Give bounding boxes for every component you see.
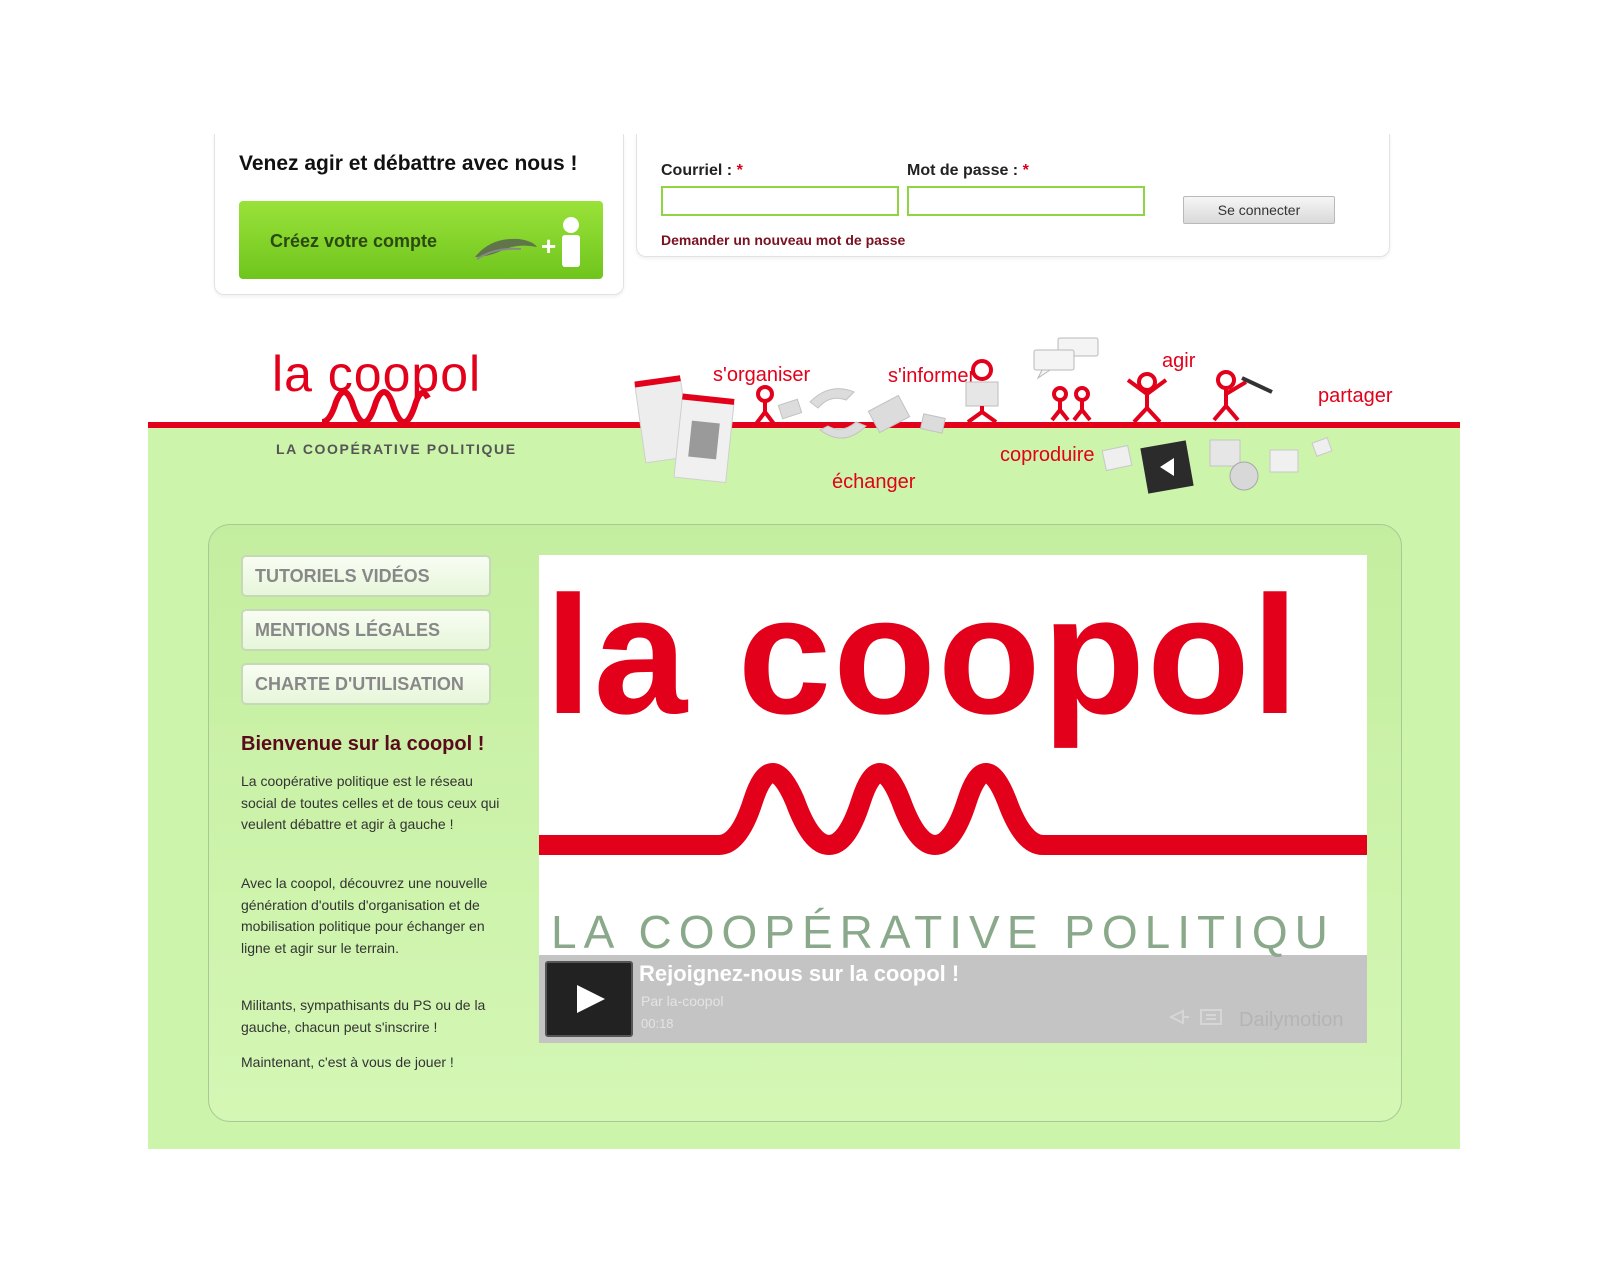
organiser-figure-icon <box>754 385 776 426</box>
signup-title: Venez agir et débattre avec nous ! <box>239 152 578 175</box>
speech-bubbles-icon <box>1033 337 1099 380</box>
group-figures-icon <box>1050 386 1092 422</box>
video-subtitle: LA COOPÉRATIVE POLITIQU <box>551 906 1335 958</box>
login-button[interactable]: Se connecter <box>1183 196 1335 224</box>
video-duration: 00:18 <box>641 1016 674 1031</box>
video-player[interactable]: la coopol LA COOPÉRATIVE POLITIQU Rejoig… <box>539 555 1367 1043</box>
header-illustration <box>634 337 1333 494</box>
hammer-icon <box>1241 376 1273 394</box>
menu-tutoriels-videos[interactable]: TUTORIELS VIDÉOS <box>241 555 491 597</box>
welcome-title: Bienvenue sur la coopol ! <box>241 733 485 755</box>
logo-subtitle: LA COOPÉRATIVE POLITIQUE <box>276 441 517 457</box>
organiser-cards-icon <box>634 375 735 484</box>
welcome-paragraph-1: La coopérative politique est le réseau s… <box>241 773 500 832</box>
required-mark: * <box>1022 162 1029 179</box>
video-logo-text: la coopol <box>545 561 1301 749</box>
video-provider-logo[interactable]: Dailymotion <box>1239 1009 1343 1032</box>
email-field[interactable] <box>661 186 899 216</box>
create-account-label: Créez votre compte <box>270 231 438 251</box>
signup-panel: Venez agir et débattre avec nous ! Créez… <box>214 134 624 295</box>
login-panel: Courriel : * Mot de passe : * Se connect… <box>636 134 1390 257</box>
menu-mentions-legales[interactable]: MENTIONS LÉGALES <box>241 609 491 651</box>
password-field[interactable] <box>907 186 1145 216</box>
partager-figure-icon <box>1212 370 1248 422</box>
agir-figure-icon <box>1126 372 1168 424</box>
play-icon <box>577 985 605 1013</box>
video-info-bar: Rejoignez-nous sur la coopol ! Par la-co… <box>539 955 1367 1043</box>
email-label: Courriel : * <box>661 162 743 180</box>
email-label-text: Courriel : <box>661 162 737 179</box>
password-label-text: Mot de passe : <box>907 162 1023 179</box>
play-button[interactable] <box>545 961 633 1037</box>
media-tiles-icon <box>1101 437 1333 494</box>
video-author[interactable]: Par la-coopol <box>641 993 724 1009</box>
echanger-icon <box>777 388 946 439</box>
video-title[interactable]: Rejoignez-nous sur la coopol ! <box>639 961 959 987</box>
forgot-password-link[interactable]: Demander un nouveau mot de passe <box>661 232 905 248</box>
video-logo-wave <box>539 763 1367 856</box>
svg-text:+: + <box>541 231 556 261</box>
user-plus-icon: + <box>471 211 599 271</box>
menu-charte-utilisation[interactable]: CHARTE D'UTILISATION <box>241 663 491 705</box>
share-icon[interactable] <box>1169 1007 1191 1027</box>
welcome-paragraph-4: Maintenant, c'est à vous de jouer ! <box>241 1054 454 1070</box>
create-account-button[interactable]: Créez votre compte + <box>239 201 603 279</box>
logo-wave <box>322 389 431 426</box>
fullscreen-icon[interactable] <box>1199 1007 1223 1027</box>
required-mark: * <box>736 162 743 179</box>
coproduire-figure-icon <box>965 359 999 424</box>
welcome-paragraph-3: Militants, sympathisants du PS ou de la … <box>241 997 486 1035</box>
main-content-box: TUTORIELS VIDÉOS MENTIONS LÉGALES CHARTE… <box>208 524 1402 1122</box>
password-label: Mot de passe : * <box>907 162 1029 180</box>
welcome-paragraph-2: Avec la coopol, découvrez une nouvelle g… <box>241 875 488 956</box>
